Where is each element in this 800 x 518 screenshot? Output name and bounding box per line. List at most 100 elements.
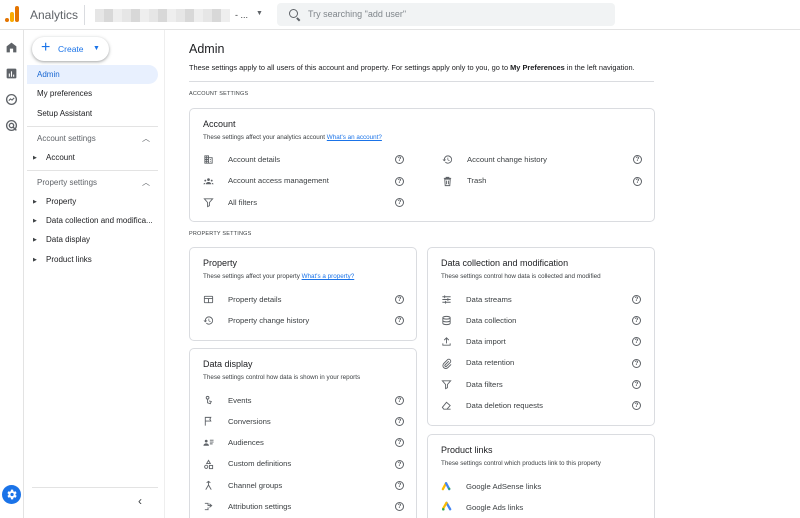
data-deletion-requests-link[interactable]: Data deletion requests — [466, 401, 543, 410]
header-divider — [84, 5, 85, 25]
nav-divider — [27, 170, 158, 171]
help-icon[interactable]: ? — [395, 417, 404, 426]
nav-item-account[interactable]: Account — [46, 153, 75, 162]
help-icon[interactable]: ? — [395, 198, 404, 207]
property-details-link[interactable]: Property details — [228, 295, 281, 304]
top-app-bar: Analytics - ... ▼ Try searching "add use… — [0, 0, 800, 30]
nav-item-admin-label[interactable]: Admin — [37, 70, 60, 79]
help-icon[interactable]: ? — [395, 177, 404, 186]
reports-icon[interactable] — [5, 67, 18, 80]
nav-section-account-settings[interactable]: Account settings — [37, 134, 96, 143]
google-adsense-links-link[interactable]: Google AdSense links — [466, 482, 541, 491]
data-streams-link[interactable]: Data streams — [466, 295, 512, 304]
help-icon[interactable]: ? — [395, 155, 404, 164]
nav-item-my-preferences[interactable]: My preferences — [37, 89, 92, 98]
caret-down-icon[interactable]: ▼ — [256, 10, 263, 17]
flag-icon — [204, 416, 212, 426]
nav-item-data-display[interactable]: Data display — [46, 235, 90, 244]
caret-down-icon: ▼ — [93, 45, 100, 52]
card-title: Product links — [441, 445, 493, 455]
help-icon[interactable]: ? — [395, 295, 404, 304]
section-label-account: ACCOUNT SETTINGS — [189, 91, 249, 97]
home-icon[interactable] — [5, 41, 18, 54]
help-icon[interactable]: ? — [633, 177, 642, 186]
nav-item-data-collection[interactable]: Data collection and modifica... — [46, 216, 153, 225]
events-link[interactable]: Events — [228, 396, 252, 405]
expand-triangle-icon[interactable]: ▶ — [33, 237, 37, 243]
help-icon[interactable]: ? — [395, 438, 404, 447]
whats-a-property-link[interactable]: What's a property? — [302, 273, 355, 280]
account-selector-blurred[interactable] — [95, 9, 230, 22]
help-icon[interactable]: ? — [632, 337, 641, 346]
help-icon[interactable]: ? — [632, 316, 641, 325]
attribution-settings-link[interactable]: Attribution settings — [228, 502, 291, 511]
card-desc-text: These settings affect your analytics acc… — [203, 134, 327, 141]
create-button[interactable]: + Create ▼ — [32, 37, 109, 61]
audiences-icon — [203, 439, 214, 446]
building-icon — [204, 155, 213, 164]
help-icon[interactable]: ? — [632, 295, 641, 304]
search-icon — [289, 9, 298, 18]
conversions-link[interactable]: Conversions — [228, 417, 271, 426]
product-links-card: Product links These settings control whi… — [427, 434, 655, 518]
help-icon[interactable]: ? — [395, 481, 404, 490]
expand-triangle-icon[interactable]: ▶ — [33, 257, 37, 263]
admin-navigation: + Create ▼ Admin My preferences Setup As… — [24, 30, 164, 518]
google-ads-links-link[interactable]: Google Ads links — [466, 503, 523, 512]
card-description: These settings control how data is shown… — [203, 374, 361, 381]
card-description: These settings affect your analytics acc… — [203, 134, 382, 141]
help-icon[interactable]: ? — [632, 380, 641, 389]
help-icon[interactable]: ? — [632, 359, 641, 368]
all-filters-link[interactable]: All filters — [228, 198, 257, 207]
admin-gear-icon[interactable] — [2, 485, 21, 504]
data-collection-link[interactable]: Data collection — [466, 316, 516, 325]
page-desc-text: These settings apply to all users of thi… — [189, 63, 511, 72]
data-streams-icon — [442, 295, 451, 304]
data-import-link[interactable]: Data import — [466, 337, 506, 346]
card-title: Property — [203, 258, 238, 268]
nav-divider — [32, 487, 158, 488]
trash-link[interactable]: Trash — [467, 176, 486, 185]
expand-triangle-icon[interactable]: ▶ — [33, 199, 37, 205]
header-divider — [189, 81, 654, 82]
audiences-link[interactable]: Audiences — [228, 438, 264, 447]
nav-section-property-settings[interactable]: Property settings — [37, 178, 97, 187]
whats-an-account-link[interactable]: What's an account? — [327, 134, 382, 141]
data-retention-link[interactable]: Data retention — [466, 358, 514, 367]
chevron-up-icon[interactable]: ︿ — [142, 177, 150, 188]
chevron-up-icon[interactable]: ︿ — [142, 133, 150, 144]
explore-icon[interactable] — [5, 93, 18, 106]
account-selector-suffix[interactable]: - ... — [235, 10, 248, 20]
google-adsense-icon — [441, 482, 451, 491]
data-filters-link[interactable]: Data filters — [466, 380, 503, 389]
help-icon[interactable]: ? — [395, 316, 404, 325]
property-change-history-link[interactable]: Property change history — [228, 316, 309, 325]
collapse-nav-chevron-left-icon[interactable]: ‹ — [138, 494, 142, 508]
card-description: These settings affect your property What… — [203, 273, 354, 280]
analytics-logo-icon[interactable] — [5, 6, 21, 22]
help-icon[interactable]: ? — [633, 155, 642, 164]
expand-triangle-icon[interactable]: ▶ — [33, 155, 37, 161]
help-icon[interactable]: ? — [395, 396, 404, 405]
account-access-management-link[interactable]: Account access management — [228, 176, 329, 185]
app-name: Analytics — [30, 8, 79, 22]
left-rail — [0, 30, 24, 518]
custom-definitions-link[interactable]: Custom definitions — [228, 459, 291, 468]
nav-item-setup-assistant[interactable]: Setup Assistant — [37, 109, 92, 118]
expand-triangle-icon[interactable]: ▶ — [33, 218, 37, 224]
create-label: Create — [58, 44, 84, 54]
history-icon — [203, 316, 214, 325]
account-details-link[interactable]: Account details — [228, 155, 280, 164]
search-input[interactable]: Try searching "add user" — [277, 3, 615, 26]
property-details-icon — [203, 295, 214, 304]
property-card: Property These settings affect your prop… — [189, 247, 417, 341]
help-icon[interactable]: ? — [395, 502, 404, 511]
plus-icon: + — [41, 39, 51, 56]
help-icon[interactable]: ? — [632, 401, 641, 410]
nav-item-product-links[interactable]: Product links — [46, 255, 92, 264]
channel-groups-link[interactable]: Channel groups — [228, 481, 282, 490]
account-change-history-link[interactable]: Account change history — [467, 155, 547, 164]
advertising-icon[interactable] — [5, 119, 18, 132]
help-icon[interactable]: ? — [395, 460, 404, 469]
nav-item-property[interactable]: Property — [46, 197, 76, 206]
